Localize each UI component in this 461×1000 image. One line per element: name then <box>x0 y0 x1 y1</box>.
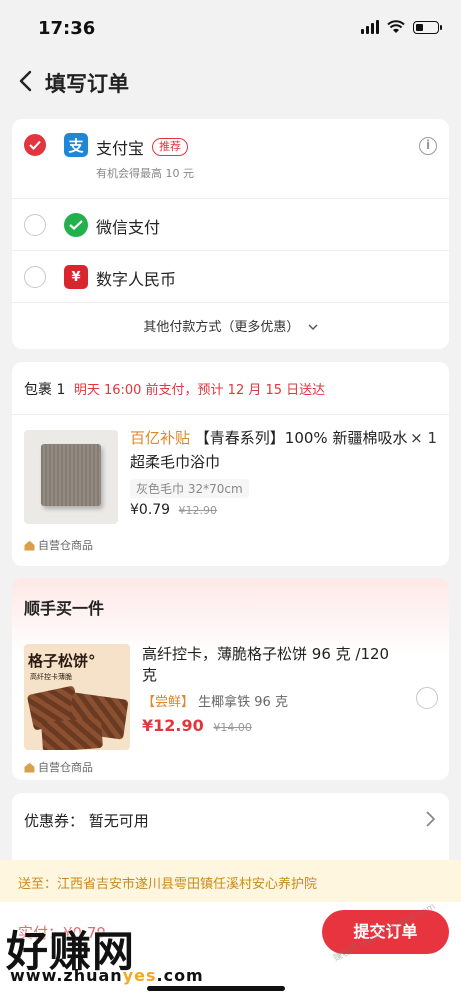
package-header: 包裹 1 明天 16:00 前支付，预计 12 月 15 日送达 <box>24 379 325 399</box>
radio-wechat[interactable] <box>24 214 46 236</box>
price-current: ¥0.79 <box>130 502 171 518</box>
status-icons <box>361 20 442 34</box>
add-on-spec: 【尝鲜】 生椰拿铁 96 克 <box>142 691 288 710</box>
wechat-pay-icon <box>64 213 88 237</box>
price-original: ¥14.00 <box>213 721 252 734</box>
radio-digital-rmb[interactable] <box>24 266 46 288</box>
price-current: ¥12.90 <box>142 716 204 735</box>
address-text: 送至：江西省吉安市遂川县雩田镇任溪村安心养护院 <box>18 877 318 892</box>
payment-option-digital-rmb[interactable]: ¥ 数字人民币 <box>12 251 449 303</box>
spec-text: 生椰拿铁 96 克 <box>198 695 288 710</box>
taste-tag: 【尝鲜】 <box>142 695 195 710</box>
page-title: 填写订单 <box>45 72 129 96</box>
home-indicator[interactable] <box>147 986 285 991</box>
other-payment-label: 其他付款方式（更多优惠） <box>143 320 300 335</box>
quantity: × 1 <box>410 429 437 447</box>
cookie-shape <box>41 717 103 750</box>
battery-icon <box>413 20 442 34</box>
image-subtitle: 高纤控卡薄脆 <box>30 673 72 681</box>
add-on-price: ¥12.90 ¥14.00 <box>142 716 252 735</box>
coupon-label: 优惠券： 暂无可用 <box>24 812 149 830</box>
product-title[interactable]: 百亿补贴 【青春系列】100% 新疆棉吸水超柔毛巾浴巾 <box>130 426 410 474</box>
payment-card: 支 支付宝 推荐 有机会得最高 10 元 i 微信支付 ¥ 数字人民币 其他付款… <box>12 119 449 349</box>
warehouse-icon <box>24 540 35 550</box>
add-on-title: 顺手买一件 <box>24 599 105 618</box>
address-bar[interactable]: 送至：江西省吉安市遂川县雩田镇任溪村安心养护院 <box>0 860 461 902</box>
chevron-down-icon <box>308 324 318 330</box>
product-image[interactable] <box>24 430 118 524</box>
product-spec[interactable]: 灰色毛巾 32*70cm <box>130 479 249 498</box>
payment-option-alipay[interactable]: 支 支付宝 推荐 有机会得最高 10 元 i <box>12 119 449 199</box>
info-icon[interactable]: i <box>419 137 437 155</box>
status-bar: 17:36 <box>0 0 461 56</box>
watermark-url-suffix: .com <box>156 966 204 985</box>
payment-name: 数字人民币 <box>96 270 177 289</box>
subsidy-tag: 百亿补贴 <box>130 429 191 447</box>
status-time: 17:36 <box>38 18 96 39</box>
package-label: 包裹 1 <box>24 382 66 398</box>
radio-alipay[interactable] <box>24 134 46 156</box>
payment-name: 微信支付 <box>96 218 161 237</box>
add-on-product-name[interactable]: 高纤控卡，薄脆格子松饼 96 克 /120 克 <box>142 644 392 686</box>
battery-level <box>416 23 423 31</box>
package-card: 包裹 1 明天 16:00 前支付，预计 12 月 15 日送达 百亿补贴 【青… <box>12 362 449 566</box>
add-on-select-radio[interactable] <box>416 687 438 709</box>
self-operated-label: 自营仓商品 <box>24 759 93 775</box>
add-on-card: 顺手买一件 格子松饼° 高纤控卡薄脆 高纤控卡，薄脆格子松饼 96 克 /120… <box>12 578 449 780</box>
towel-image <box>41 444 101 506</box>
image-title: 格子松饼° <box>28 652 96 670</box>
watermark-url: www.zhuanyes.com <box>10 966 204 985</box>
self-operated-text: 自营仓商品 <box>38 761 93 774</box>
nav-bar: 填写订单 <box>0 56 461 106</box>
watermark-url-prefix: www.zhuan <box>10 966 123 985</box>
chevron-left-icon[interactable] <box>16 70 36 92</box>
payment-option-wechat[interactable]: 微信支付 <box>12 199 449 251</box>
self-operated-label: 自营仓商品 <box>24 537 93 553</box>
delivery-time: 明天 16:00 前支付，预计 12 月 15 日送达 <box>73 383 326 398</box>
add-on-product-image[interactable]: 格子松饼° 高纤控卡薄脆 <box>24 644 130 750</box>
check-icon <box>29 140 41 150</box>
coupon-row[interactable]: 优惠券： 暂无可用 <box>12 793 449 863</box>
product-price: ¥0.79 ¥12.90 <box>130 502 217 518</box>
payment-subtitle: 有机会得最高 10 元 <box>96 167 194 180</box>
other-payment-link[interactable]: 其他付款方式（更多优惠） <box>12 316 449 335</box>
recommend-badge: 推荐 <box>152 138 188 156</box>
warehouse-icon <box>24 762 35 772</box>
price-original: ¥12.90 <box>178 504 218 517</box>
alipay-icon: 支 <box>64 133 88 157</box>
watermark-url-highlight: yes <box>122 966 157 985</box>
payment-name: 支付宝 <box>96 139 145 158</box>
wifi-icon <box>387 20 405 33</box>
self-operated-text: 自营仓商品 <box>38 539 93 552</box>
chevron-right-icon <box>426 811 435 827</box>
signal-icon <box>361 20 379 34</box>
divider <box>12 414 449 415</box>
digital-rmb-icon: ¥ <box>64 265 88 289</box>
